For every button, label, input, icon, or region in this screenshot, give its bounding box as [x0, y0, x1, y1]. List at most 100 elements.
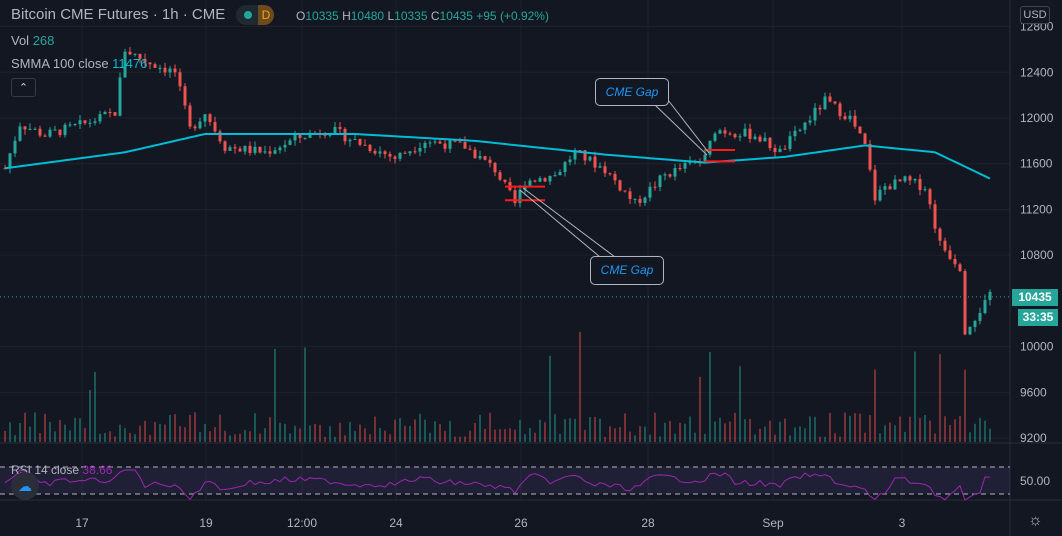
- candle-body: [253, 146, 257, 153]
- candle-body: [538, 178, 542, 182]
- volume-bar: [614, 428, 616, 442]
- volume-bar: [329, 426, 331, 442]
- volume-bar: [854, 413, 856, 442]
- volume-bar: [959, 415, 961, 442]
- volume-bar: [89, 389, 91, 442]
- volume-bar: [694, 432, 696, 442]
- rsi-band: [0, 467, 1010, 494]
- candle-body: [333, 126, 337, 134]
- volume-bar: [929, 420, 931, 442]
- volume-bar: [454, 436, 456, 442]
- candle-body: [188, 105, 192, 127]
- volume-bar: [589, 417, 591, 442]
- symbol-title[interactable]: Bitcoin CME Futures · 1h · CME: [11, 6, 225, 23]
- candle-body: [888, 186, 892, 190]
- volume-bar: [539, 419, 541, 442]
- candle-body: [608, 173, 612, 175]
- volume-bar: [154, 421, 156, 442]
- candle-body: [928, 189, 932, 205]
- bar-countdown: 33:35: [1018, 309, 1058, 326]
- volume-bar: [439, 424, 441, 442]
- volume-bar: [644, 426, 646, 442]
- candle-body: [223, 141, 227, 151]
- volume-bar: [584, 430, 586, 442]
- candle-body: [13, 140, 17, 154]
- candle-body: [623, 190, 627, 192]
- candle-body: [388, 154, 392, 157]
- collapse-legend-button[interactable]: ⌃: [11, 78, 36, 97]
- candle-body: [818, 107, 822, 110]
- candle-body: [783, 148, 787, 150]
- candle-body: [548, 175, 552, 182]
- candle-body: [228, 147, 232, 151]
- price-tick-label: 10000: [1020, 340, 1054, 354]
- candle-body: [748, 128, 752, 139]
- candle-body: [153, 64, 157, 68]
- candle-body: [398, 152, 402, 159]
- candle-body: [648, 186, 652, 198]
- candle-body: [898, 179, 902, 182]
- candle-body: [633, 198, 637, 200]
- cloud-icon[interactable]: ☁: [11, 472, 39, 500]
- price-tick-label: 12400: [1020, 65, 1054, 79]
- volume-legend[interactable]: Vol 268: [11, 33, 54, 48]
- price-tick-label: 9600: [1020, 385, 1047, 399]
- candle-body: [728, 133, 732, 135]
- candle-body: [63, 124, 67, 136]
- market-status-badge[interactable]: D: [236, 5, 274, 25]
- candle-body: [958, 264, 962, 272]
- smma-legend[interactable]: SMMA 100 close 11476: [11, 56, 147, 71]
- volume-bar: [909, 416, 911, 442]
- currency-button[interactable]: USD: [1020, 6, 1050, 24]
- volume-bar: [349, 422, 351, 442]
- candle-body: [88, 122, 92, 124]
- time-tick-label: Sep: [762, 516, 784, 530]
- volume-bar: [719, 417, 721, 442]
- volume-bar: [174, 414, 176, 442]
- chart-canvas[interactable]: 1280012400120001160011200108001000096009…: [0, 0, 1062, 536]
- volume-bar: [284, 423, 286, 442]
- candle-body: [893, 179, 897, 190]
- candle-body: [778, 148, 782, 153]
- volume-bar: [59, 419, 61, 442]
- candle-body: [493, 162, 497, 173]
- candle-body: [868, 143, 872, 170]
- volume-bar: [939, 353, 941, 442]
- candle-body: [843, 116, 847, 120]
- volume-bar: [774, 434, 776, 442]
- volume-bar: [664, 422, 666, 442]
- candle-body: [338, 126, 342, 129]
- candle-body: [813, 107, 817, 121]
- volume-bar: [69, 430, 71, 442]
- candle-body: [163, 67, 167, 73]
- volume-bar: [834, 433, 836, 442]
- volume-bar: [579, 331, 581, 442]
- cme-gap-callout[interactable]: CME Gap: [590, 256, 664, 285]
- volume-bar: [869, 414, 871, 442]
- volume-bar: [794, 427, 796, 442]
- volume-bar: [964, 369, 966, 442]
- candle-body: [8, 153, 12, 169]
- volume-bar: [234, 434, 236, 442]
- last-price-label: 10435: [1012, 289, 1058, 306]
- cme-gap-callout[interactable]: CME Gap: [595, 78, 669, 106]
- candle-body: [393, 156, 397, 159]
- volume-bar: [689, 416, 691, 442]
- volume-bar: [429, 432, 431, 442]
- volume-bar: [119, 424, 121, 442]
- volume-bar: [549, 355, 551, 442]
- volume-bar: [389, 434, 391, 442]
- settings-gear-icon[interactable]: ☼: [1028, 512, 1043, 530]
- volume-bar: [64, 424, 66, 442]
- price-tick-label: 11600: [1020, 157, 1053, 171]
- volume-bar: [924, 414, 926, 442]
- volume-bar: [829, 412, 831, 442]
- volume-bar: [534, 432, 536, 442]
- candle-body: [983, 300, 987, 313]
- candle-body: [213, 121, 217, 132]
- volume-bar: [699, 376, 701, 442]
- volume-bar: [484, 428, 486, 442]
- candle-body: [278, 147, 282, 151]
- volume-bar: [969, 432, 971, 442]
- volume-bar: [49, 421, 51, 442]
